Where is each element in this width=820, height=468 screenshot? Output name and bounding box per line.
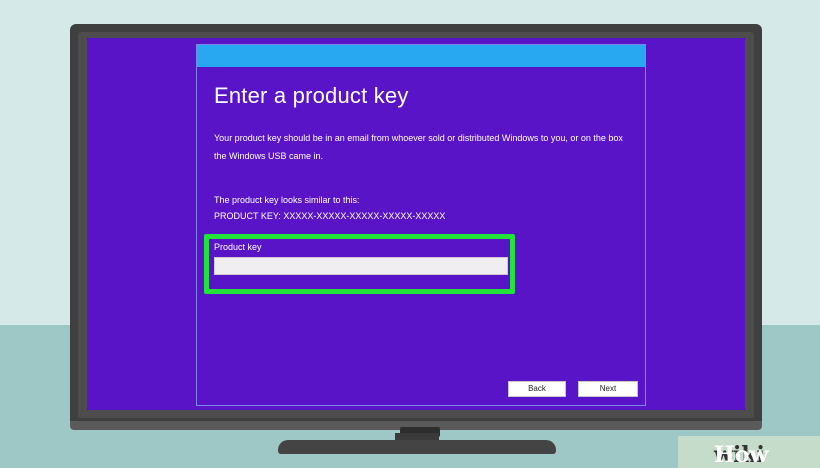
product-key-dialog: Enter a product key Your product key sho… [196, 44, 646, 406]
product-key-input[interactable] [214, 257, 508, 275]
dialog-title-bar [197, 45, 645, 67]
back-button[interactable]: Back [508, 381, 566, 397]
dialog-description: Your product key should be in an email f… [214, 133, 623, 161]
tv-screen: Enter a product key Your product key sho… [87, 38, 745, 410]
hint-line-1: The product key looks similar to this: [214, 195, 360, 205]
watermark-how: How [714, 442, 769, 468]
hint-line-2: PRODUCT KEY: XXXXX-XXXXX-XXXXX-XXXXX-XXX… [214, 211, 446, 221]
product-key-label: Product key [214, 242, 262, 252]
next-button[interactable]: Next [578, 381, 638, 397]
wikihow-watermark: wiki How [678, 436, 820, 468]
tv-stand-base [278, 440, 556, 454]
product-key-hint: The product key looks similar to this: P… [214, 192, 634, 224]
page-title: Enter a product key [214, 83, 409, 108]
